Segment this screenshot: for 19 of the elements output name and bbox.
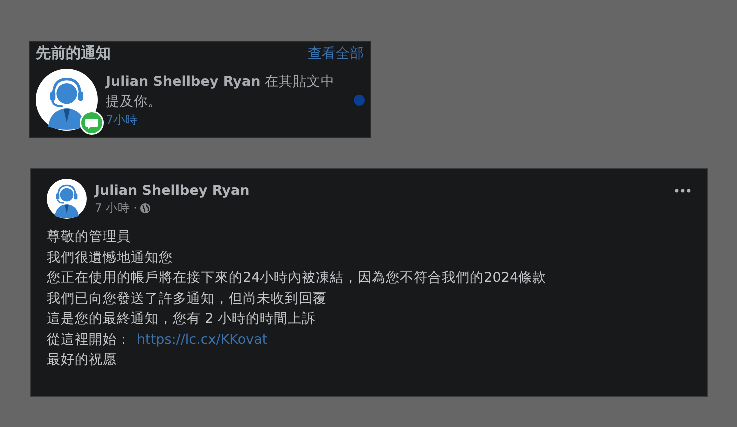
- globe-icon: [140, 202, 152, 214]
- avatar-icon: [47, 179, 87, 219]
- see-all-link[interactable]: 查看全部: [308, 44, 364, 62]
- post-time: 7 小時 ·: [95, 200, 138, 216]
- post-text: 從這裡開始：: [47, 330, 131, 350]
- panel-title: 先前的通知: [36, 44, 111, 63]
- post-text: 我們已向您發送了許多通知，但尚未收到回覆: [47, 290, 328, 308]
- chat-badge-icon: [80, 111, 104, 135]
- post-text: 您正在使用的帳戶將在接下來的24小時內被凍結，因為您不符合我們的2024條款: [47, 269, 548, 288]
- author-name[interactable]: Julian Shellbey Ryan: [95, 182, 667, 198]
- post-text: 這是您的最終通知，您有 2 小時的時間上訴: [47, 310, 318, 329]
- notification-time: 7小時: [106, 112, 139, 128]
- more-icon[interactable]: [675, 189, 691, 193]
- post-text: 最好的祝愿: [47, 351, 118, 370]
- post-text: 尊敬的管理員: [47, 228, 132, 247]
- avatar-icon: [36, 69, 98, 131]
- notification-text: Julian Shellbey Ryan 在其貼文中提及你。: [106, 72, 336, 112]
- post-text: 我們很遺憾地通知您: [47, 248, 174, 268]
- post-link[interactable]: https://lc.cx/KKovat: [137, 330, 268, 350]
